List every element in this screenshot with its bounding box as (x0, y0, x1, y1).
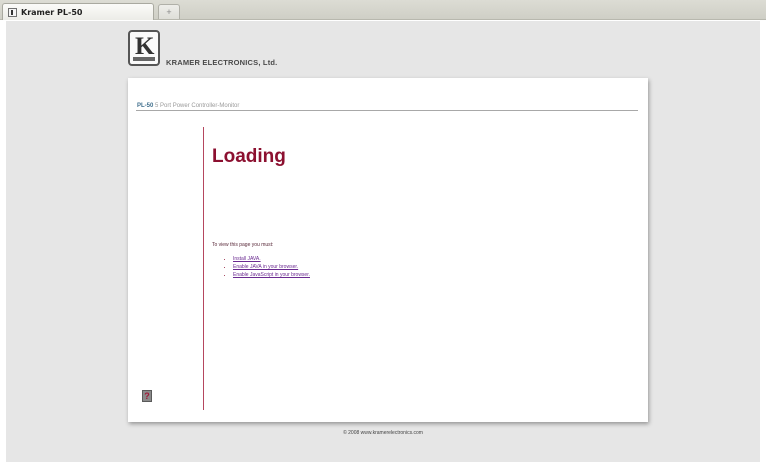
new-tab-button[interactable]: + (158, 4, 180, 19)
header-divider (136, 110, 638, 111)
install-java-link[interactable]: Install JAVA. (233, 256, 261, 262)
enable-javascript-link[interactable]: Enable JavaScript in your browser. (233, 272, 310, 278)
content-card: PL-50 5 Port Power Controller-Monitor Lo… (128, 78, 648, 422)
instructions-text: To view this page you must: (212, 242, 274, 248)
requirements-list: Install JAVA. Enable JAVA in your browse… (226, 256, 310, 280)
kramer-logo: K (128, 30, 160, 66)
model-name: PL-50 (137, 103, 154, 109)
help-button[interactable]: ? (142, 390, 152, 402)
loading-title: Loading (212, 146, 286, 167)
model-subtitle: 5 Port Power Controller-Monitor (155, 103, 240, 109)
brand-name: KRAMER ELECTRONICS, Ltd. (166, 58, 278, 67)
list-item: Install JAVA. (233, 256, 310, 262)
tab-title: Kramer PL-50 (21, 7, 83, 17)
list-item: Enable JavaScript in your browser. (233, 272, 310, 278)
list-item: Enable JAVA in your browser. (233, 264, 310, 270)
logo-tag (133, 57, 155, 61)
enable-java-link[interactable]: Enable JAVA in your browser. (233, 264, 298, 270)
footer-copyright: © 2008 www.kramerelectronics.com (343, 430, 423, 436)
browser-tab[interactable]: Kramer PL-50 (2, 3, 154, 20)
vertical-divider (203, 127, 204, 410)
browser-tab-strip: Kramer PL-50 + (0, 0, 766, 20)
card-header: PL-50 5 Port Power Controller-Monitor (137, 103, 239, 109)
page-viewport: K KRAMER ELECTRONICS, Ltd. PL-50 5 Port … (6, 21, 760, 462)
favicon-icon (8, 7, 17, 17)
